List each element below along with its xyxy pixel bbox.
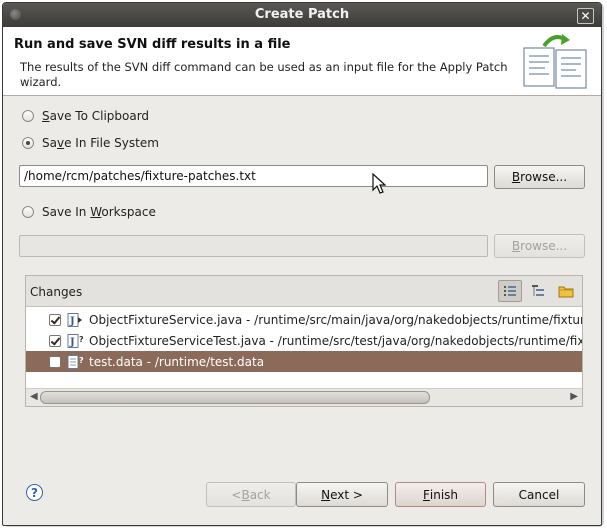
tree-list-icon — [532, 285, 544, 296]
change-row-selected[interactable]: ? test.data - /runtime/test.data — [26, 351, 582, 372]
title-bar[interactable]: Create Patch ✕ — [3, 3, 601, 27]
save-in-workspace-label: Save In Workspace — [42, 205, 156, 219]
include-checkbox[interactable] — [49, 313, 61, 326]
change-row[interactable]: J ObjectFixtureService.java - /runtime/s… — [26, 309, 582, 330]
save-in-workspace-radio[interactable]: Save In Workspace — [22, 205, 156, 219]
cancel-button[interactable]: Cancel — [493, 482, 585, 507]
scroll-left-icon[interactable]: ◀ — [30, 391, 38, 402]
scroll-right-icon[interactable]: ▶ — [570, 391, 578, 402]
close-button[interactable]: ✕ — [577, 8, 594, 24]
scroll-thumb[interactable] — [40, 391, 430, 404]
include-checkbox[interactable] — [49, 334, 61, 347]
changes-panel: Changes J ObjectFixtureService.java - /r… — [25, 275, 583, 407]
help-icon[interactable]: ? — [26, 484, 43, 501]
change-row[interactable]: J ? ObjectFixtureServiceTest.java - /run… — [26, 330, 582, 351]
browse-file-system-button[interactable]: Browse... — [494, 165, 585, 189]
tree-layout-button[interactable] — [526, 280, 550, 302]
file-system-path-input[interactable]: /home/rcm/patches/fixture-patches.txt — [19, 165, 488, 187]
browse-workspace-button[interactable]: Browse... — [494, 234, 585, 258]
save-to-clipboard-label: Save To Clipboard — [42, 109, 150, 123]
svg-text:?: ? — [79, 335, 84, 344]
radio-indicator[interactable] — [22, 110, 34, 122]
svg-text:J: J — [69, 337, 75, 348]
flat-list-icon — [504, 286, 516, 296]
change-label: ObjectFixtureServiceTest.java - /runtime… — [89, 333, 582, 348]
save-to-clipboard-radio[interactable]: Save To Clipboard — [22, 109, 149, 123]
compressed-folders-button[interactable] — [554, 280, 578, 302]
radio-indicator[interactable] — [22, 206, 34, 218]
text-unversioned-file-icon: ? — [67, 354, 84, 369]
horizontal-scrollbar[interactable]: ◀ ▶ — [26, 388, 582, 406]
folder-icon — [558, 286, 574, 298]
java-unversioned-file-icon: J ? — [67, 333, 84, 348]
wizard-header: Run and save SVN diff results in a file … — [3, 27, 601, 96]
window-title: Create Patch — [254, 7, 350, 22]
next-button[interactable]: Next > — [296, 482, 388, 507]
flat-layout-button[interactable] — [498, 280, 522, 302]
finish-button[interactable]: Finish — [395, 482, 486, 507]
save-in-file-system-radio[interactable]: Save In File System — [22, 136, 159, 150]
changes-header: Changes — [26, 276, 582, 307]
save-in-file-system-label: Save In File System — [42, 136, 159, 150]
patch-wizard-banner-icon — [523, 34, 587, 89]
radio-indicator-checked[interactable] — [22, 137, 34, 149]
change-label: test.data - /runtime/test.data — [89, 354, 265, 369]
include-checkbox[interactable] — [49, 355, 61, 368]
changes-label: Changes — [30, 285, 83, 299]
create-patch-dialog: Create Patch ✕ Run and save SVN diff res… — [2, 2, 602, 526]
page-description: The results of the SVN diff command can … — [20, 60, 508, 89]
mouse-pointer-icon — [372, 173, 386, 194]
workspace-path-input[interactable] — [19, 235, 488, 257]
svg-text:?: ? — [79, 356, 84, 365]
java-outgoing-file-icon: J — [67, 312, 82, 327]
page-title: Run and save SVN diff results in a file — [14, 37, 291, 52]
change-label: ObjectFixtureService.java - /runtime/src… — [89, 312, 582, 327]
svg-text:J: J — [69, 316, 75, 327]
back-button[interactable]: < Back — [206, 482, 296, 507]
